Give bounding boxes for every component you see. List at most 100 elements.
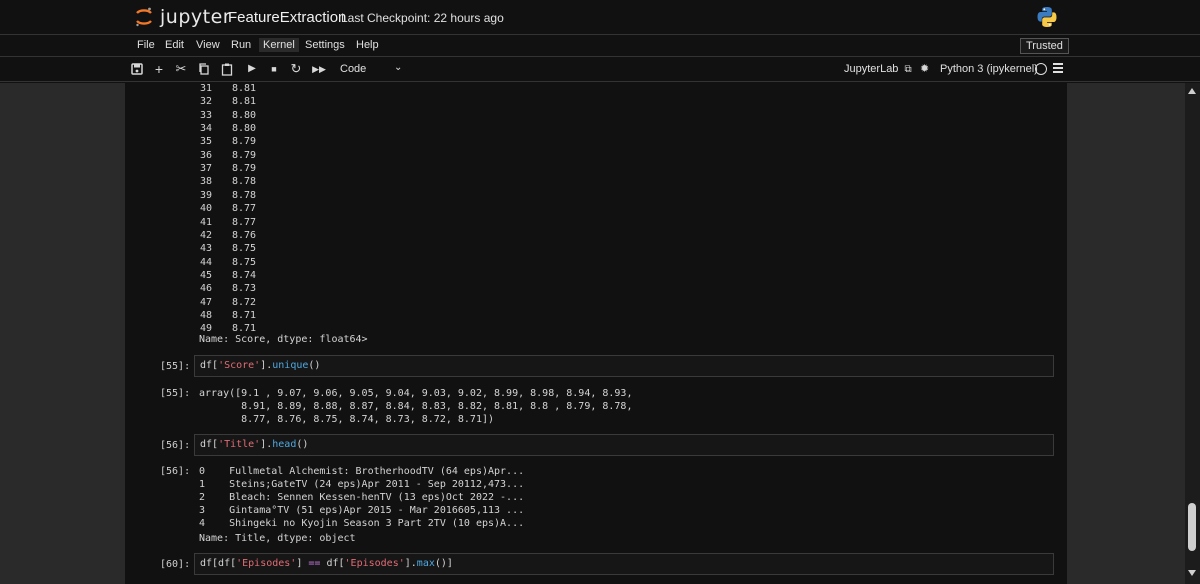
menu-file[interactable]: File: [135, 39, 157, 51]
fast-forward-icon[interactable]: ▶▶: [312, 62, 326, 76]
series-footer: Name: Score, dtype: float64>: [199, 334, 368, 345]
cell-56-output-footer: Name: Title, dtype: object: [199, 533, 356, 544]
code-string: 'Episodes': [236, 558, 297, 569]
menu-hamburger-icon[interactable]: [1053, 63, 1063, 74]
series-index: 43: [200, 243, 213, 255]
series-value: 8.81: [232, 83, 257, 94]
code-string: 'Episodes': [344, 558, 405, 569]
cell-60-input[interactable]: df[df['Episodes'] == df['Episodes'].max(…: [194, 553, 1054, 575]
kernel-status-icon: [1035, 63, 1047, 75]
series-value: 8.80: [232, 109, 257, 121]
jupyter-logo-text: jupyter: [160, 6, 232, 28]
series-value: 8.77: [232, 203, 257, 215]
scroll-up-arrow-icon[interactable]: [1188, 88, 1196, 94]
code-token: ()]: [434, 558, 453, 569]
cell-55-in-prompt: [55]:: [160, 361, 191, 372]
series-value: 8.74: [232, 269, 257, 281]
series-index: 37: [200, 163, 213, 175]
cell-type-label: Code: [340, 63, 367, 75]
save-icon[interactable]: [130, 62, 144, 76]
menu-bar: File Edit View Run Kernel Settings Help …: [0, 34, 1200, 57]
code-token: df[: [200, 360, 219, 371]
code-token: ].: [260, 439, 273, 450]
copy-icon[interactable]: [197, 62, 211, 76]
cell-56-output-line: 3 Gintama°TV (51 eps)Apr 2015 - Mar 2016…: [199, 505, 525, 516]
series-value: 8.75: [232, 256, 257, 268]
series-index: 38: [200, 176, 213, 188]
menu-edit[interactable]: Edit: [163, 39, 186, 51]
cell-55-input[interactable]: df['Score'].unique(): [194, 355, 1054, 377]
code-token: ]: [296, 558, 309, 569]
code-token: (): [296, 439, 309, 450]
header: jupyter FeatureExtraction Last Checkpoin…: [0, 0, 1200, 34]
series-index: 33: [200, 109, 213, 121]
cell-55-output-line: 8.77, 8.76, 8.75, 8.74, 8.73, 8.72, 8.71…: [199, 414, 495, 425]
cell-type-select[interactable]: Code ⌄: [336, 61, 408, 77]
kernel-name[interactable]: Python 3 (ipykernel): [940, 63, 1038, 75]
series-index: 42: [200, 229, 213, 241]
cell-56-output-line: 2 Bleach: Sennen Kessen-henTV (13 eps)Oc…: [199, 492, 525, 503]
series-index: 31: [200, 83, 213, 94]
series-value: 8.78: [232, 176, 257, 188]
code-token: (): [308, 360, 321, 371]
notebook-title[interactable]: FeatureExtraction: [228, 9, 346, 26]
series-index: 41: [200, 216, 213, 228]
python-logo-icon: [1037, 7, 1057, 27]
add-cell-icon[interactable]: +: [152, 62, 166, 76]
jupyterlab-link-label: JupyterLab: [844, 63, 899, 75]
series-value: 8.79: [232, 136, 257, 148]
trusted-badge[interactable]: Trusted: [1020, 38, 1069, 54]
cell-56-in-prompt: [56]:: [160, 440, 191, 451]
code-token: df[: [320, 558, 345, 569]
restart-icon[interactable]: ↻: [289, 62, 303, 76]
code-function: max: [416, 558, 435, 569]
series-value: 8.71: [232, 309, 257, 321]
cell-56-output-line: 4 Shingeki no Kyojin Season 3 Part 2TV (…: [199, 518, 525, 529]
series-index: 44: [200, 256, 213, 268]
jupyter-logo-icon: [136, 7, 152, 27]
series-index: 45: [200, 269, 213, 281]
run-icon[interactable]: ▶: [245, 62, 259, 76]
right-gutter: [1067, 83, 1185, 584]
menu-run[interactable]: Run: [229, 39, 253, 51]
jupyter-logo[interactable]: jupyter: [134, 4, 231, 30]
code-function: head: [272, 439, 297, 450]
series-value: 8.80: [232, 123, 257, 135]
scroll-thumb[interactable]: [1188, 503, 1196, 551]
cell-56-out-prompt: [56]:: [160, 466, 191, 477]
code-token: ].: [260, 360, 273, 371]
series-value: 8.81: [232, 96, 257, 108]
scroll-down-arrow-icon[interactable]: [1188, 570, 1196, 576]
series-index: 40: [200, 203, 213, 215]
jupyterlab-link[interactable]: JupyterLab ⧉: [844, 63, 912, 75]
notebook-content: 31 8.81 32 8.81 33 8.80 34 8.80 35 8.79 36 8.79 37 8.…: [125, 83, 1067, 584]
series-index: 46: [200, 283, 213, 295]
code-token: ].: [404, 558, 417, 569]
menu-settings[interactable]: Settings: [303, 39, 347, 51]
cell-55-out-prompt: [55]:: [160, 388, 191, 399]
cell-55-output-line: 8.91, 8.89, 8.88, 8.87, 8.84, 8.83, 8.82…: [199, 401, 633, 412]
left-gutter: [0, 83, 125, 584]
code-string: 'Title': [218, 439, 261, 450]
code-string: 'Score': [218, 360, 261, 371]
scrollbar[interactable]: [1185, 83, 1200, 584]
paste-icon[interactable]: [220, 62, 234, 76]
chevron-down-icon: ⌄: [394, 62, 403, 73]
menu-view[interactable]: View: [194, 39, 222, 51]
cut-icon[interactable]: ✂: [174, 62, 188, 76]
series-index: 35: [200, 136, 213, 148]
stop-icon[interactable]: ■: [267, 62, 281, 76]
menu-help[interactable]: Help: [354, 39, 381, 51]
series-value: 8.72: [232, 296, 257, 308]
series-index: 34: [200, 123, 213, 135]
code-function: unique: [272, 360, 309, 371]
series-index: 36: [200, 149, 213, 161]
menu-kernel[interactable]: Kernel: [259, 38, 299, 52]
external-link-icon: ⧉: [904, 64, 912, 75]
series-value: 8.77: [232, 216, 257, 228]
debugger-bug-icon[interactable]: ✹: [920, 62, 929, 75]
checkpoint-status: Last Checkpoint: 22 hours ago: [341, 11, 504, 25]
cell-56-input[interactable]: df['Title'].head(): [194, 434, 1054, 456]
series-value: 8.78: [232, 189, 257, 201]
series-value: 8.79: [232, 163, 257, 175]
